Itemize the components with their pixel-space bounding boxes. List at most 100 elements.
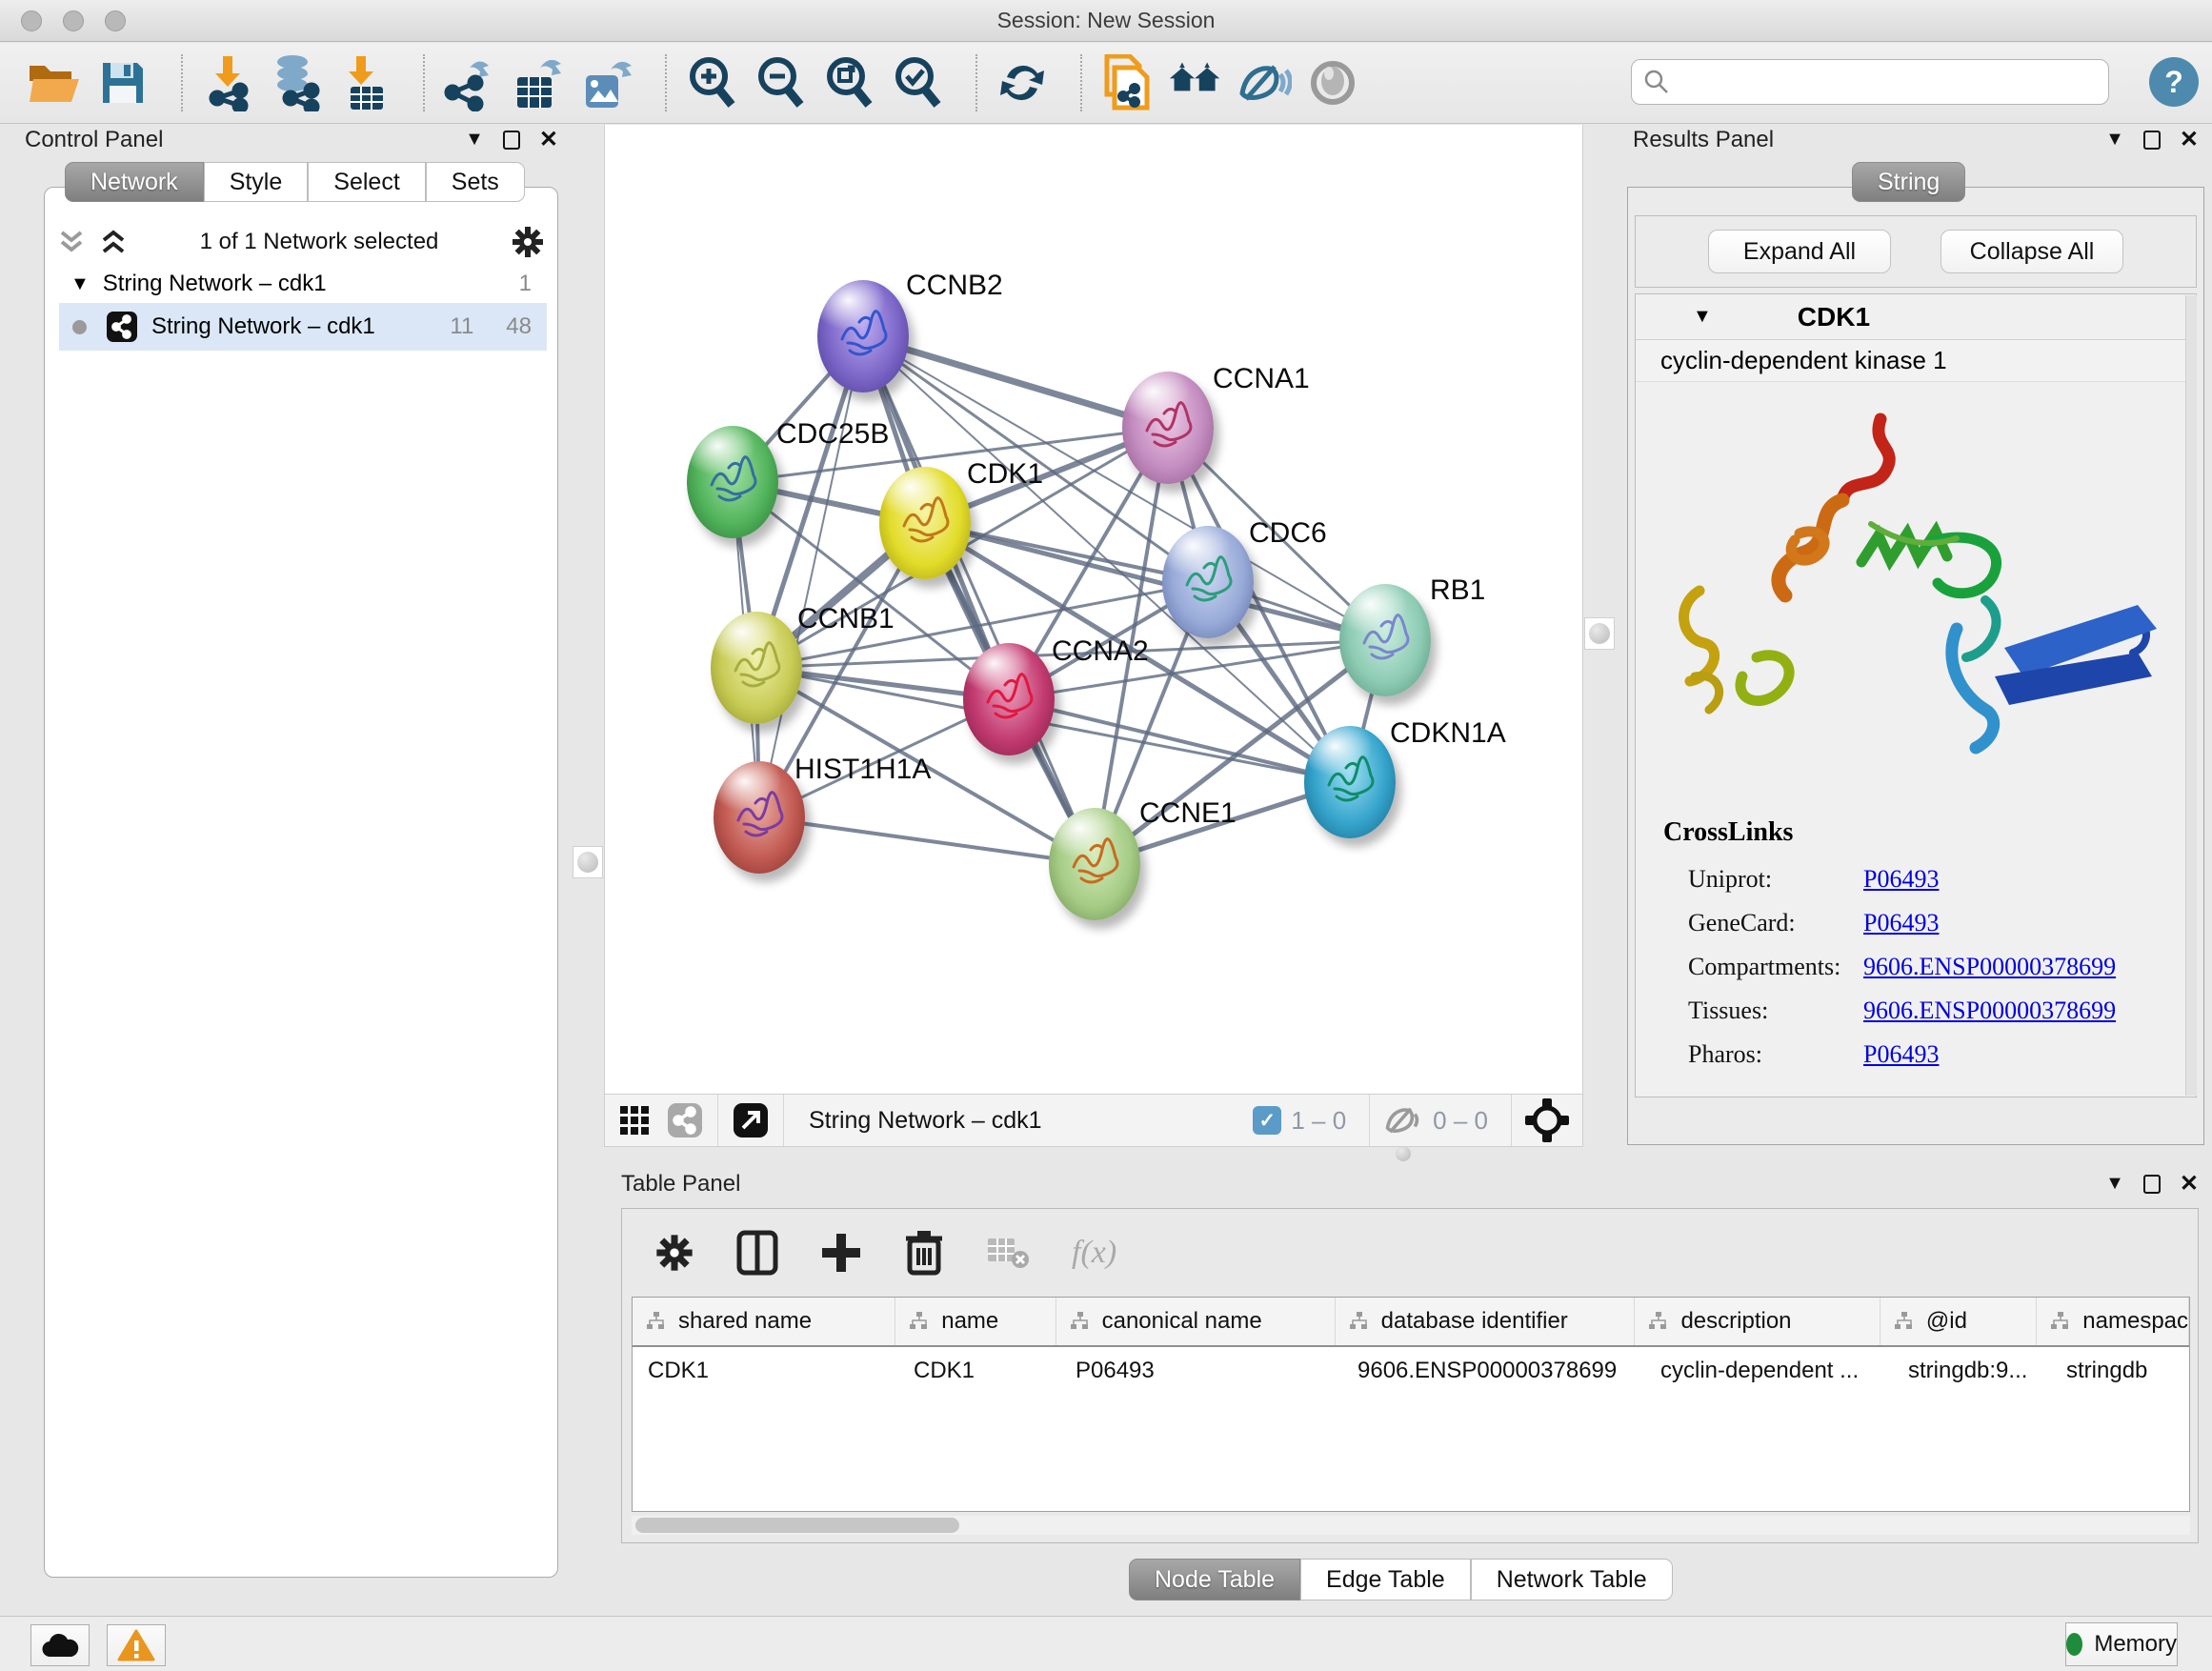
import-network-database-icon[interactable] (269, 55, 324, 111)
panel-float-icon[interactable] (2143, 131, 2161, 150)
add-column-icon[interactable] (820, 1230, 862, 1276)
table-row[interactable]: CDK1CDK1P064939606.ENSP00000378699cyclin… (633, 1347, 2189, 1395)
zoom-selected-icon[interactable] (890, 55, 945, 111)
network-node-cdk1[interactable] (879, 467, 971, 579)
collapse-all-button[interactable]: Collapse All (1941, 230, 2123, 273)
refresh-layout-icon[interactable] (995, 55, 1050, 111)
network-node-cdc6[interactable] (1162, 526, 1254, 638)
tree-expand-icon[interactable]: ▼ (70, 273, 90, 295)
panel-collapse-icon[interactable]: ▼ (2105, 1173, 2124, 1195)
delete-column-icon[interactable] (904, 1229, 944, 1277)
network-edge[interactable] (759, 817, 1095, 864)
table-hscrollbar[interactable] (632, 1516, 2190, 1535)
column-header[interactable]: @id (1880, 1298, 2037, 1345)
column-header[interactable]: namespac (2037, 1298, 2189, 1345)
toolbar-search[interactable] (1631, 59, 2109, 105)
hide-selected-icon[interactable] (1237, 55, 1292, 111)
tab-select[interactable]: Select (308, 162, 425, 202)
crosslink-link[interactable]: P06493 (1863, 909, 1939, 937)
tab-network-table[interactable]: Network Table (1471, 1559, 1673, 1601)
selected-checkbox-icon[interactable]: ✓ (1253, 1106, 1281, 1135)
zoom-out-icon[interactable] (753, 55, 808, 111)
zoom-window-icon[interactable] (105, 10, 126, 31)
open-folder-icon[interactable] (27, 55, 82, 111)
panel-float-icon[interactable] (503, 131, 520, 150)
close-window-icon[interactable] (21, 10, 42, 31)
right-splitter-handle[interactable] (1584, 617, 1615, 650)
collapse-all-icon[interactable] (57, 229, 86, 255)
show-columns-icon[interactable] (736, 1230, 778, 1276)
network-node-ccnb2[interactable] (817, 280, 909, 393)
table-cell[interactable]: P06493 (1060, 1347, 1342, 1395)
network-edge[interactable] (759, 336, 863, 817)
table-cell[interactable]: cyclin-dependent ... (1645, 1347, 1893, 1395)
zoom-in-icon[interactable] (684, 55, 739, 111)
import-table-icon[interactable] (337, 55, 392, 111)
tab-string[interactable]: String (1852, 162, 1965, 202)
column-header[interactable]: database identifier (1336, 1298, 1636, 1345)
network-node-rb1[interactable] (1339, 584, 1431, 696)
table-cell[interactable]: stringdb (2051, 1347, 2189, 1395)
new-network-from-selection-icon[interactable] (1099, 55, 1155, 111)
network-node-ccne1[interactable] (1049, 808, 1140, 920)
network-edge[interactable] (863, 336, 1168, 428)
crosslink-link[interactable]: P06493 (1863, 1040, 1939, 1069)
column-header[interactable]: description (1635, 1298, 1880, 1345)
expand-all-button[interactable]: Expand All (1708, 230, 1891, 273)
network-row-selected[interactable]: String Network – cdk1 11 48 (59, 303, 547, 351)
panel-float-icon[interactable] (2143, 1175, 2161, 1194)
cloud-button[interactable] (30, 1624, 90, 1666)
tab-edge-table[interactable]: Edge Table (1300, 1559, 1471, 1601)
crosslink-link[interactable]: 9606.ENSP00000378699 (1863, 953, 2116, 981)
import-network-icon[interactable] (200, 55, 255, 111)
node-table[interactable]: shared namenamecanonical namedatabase id… (632, 1297, 2190, 1512)
left-splitter-handle[interactable] (573, 846, 603, 878)
panel-collapse-icon[interactable]: ▼ (465, 129, 484, 151)
gear-icon[interactable] (511, 225, 545, 259)
network-node-ccna2[interactable] (963, 643, 1055, 755)
network-node-cdkn1a[interactable] (1304, 726, 1396, 838)
table-cell[interactable]: CDK1 (898, 1347, 1060, 1395)
network-node-cdc25b[interactable] (687, 426, 778, 538)
network-canvas[interactable]: CCNB2CCNA1CDC25BCDK1CDC6RB1CCNB1CCNA2CDK… (604, 125, 1583, 1094)
table-cell[interactable]: 9606.ENSP00000378699 (1342, 1347, 1645, 1395)
panel-collapse-icon[interactable]: ▼ (2105, 129, 2124, 151)
save-icon[interactable] (95, 55, 151, 111)
help-button[interactable]: ? (2149, 57, 2199, 107)
export-table-icon[interactable] (511, 55, 566, 111)
network-node-ccnb1[interactable] (711, 612, 802, 724)
open-in-window-icon[interactable] (732, 1101, 770, 1139)
memory-button[interactable]: Memory (2065, 1622, 2178, 1666)
crosslink-link[interactable]: 9606.ENSP00000378699 (1863, 997, 2116, 1025)
search-input[interactable] (1670, 70, 2089, 94)
table-cell[interactable]: CDK1 (633, 1347, 898, 1395)
export-image-icon[interactable] (579, 55, 634, 111)
table-cell[interactable]: stringdb:9... (1893, 1347, 2051, 1395)
column-header[interactable]: canonical name (1056, 1298, 1336, 1345)
tab-node-table[interactable]: Node Table (1129, 1559, 1300, 1601)
panel-close-icon[interactable]: ✕ (2180, 1170, 2199, 1198)
warning-button[interactable] (107, 1624, 166, 1666)
section-collapse-icon[interactable]: ▼ (1693, 306, 1712, 328)
table-settings-icon[interactable] (654, 1233, 694, 1273)
minimize-window-icon[interactable] (63, 10, 84, 31)
first-neighbors-icon[interactable] (1168, 55, 1223, 111)
column-header[interactable]: shared name (633, 1298, 895, 1345)
zoom-fit-icon[interactable] (821, 55, 876, 111)
network-node-hist1h1a[interactable] (714, 761, 805, 874)
panel-close-icon[interactable]: ✕ (2180, 126, 2199, 153)
crosslink-link[interactable]: P06493 (1863, 865, 1939, 894)
grid-view-icon[interactable] (618, 1104, 651, 1137)
export-network-icon[interactable] (442, 55, 497, 111)
network-collection-row[interactable]: ▼ String Network – cdk1 1 (59, 265, 547, 303)
tab-network[interactable]: Network (65, 162, 204, 202)
birdseye-icon[interactable] (1525, 1098, 1569, 1142)
network-node-ccna1[interactable] (1122, 372, 1214, 484)
tab-style[interactable]: Style (204, 162, 309, 202)
results-scrollbar[interactable] (2185, 295, 2197, 1096)
tab-sets[interactable]: Sets (426, 162, 525, 202)
bottom-splitter-handle[interactable] (1387, 1148, 1419, 1159)
gene-section-header[interactable]: ▼ CDK1 (1636, 294, 2196, 340)
share-view-icon[interactable] (666, 1101, 704, 1139)
show-all-icon[interactable] (1305, 55, 1360, 111)
